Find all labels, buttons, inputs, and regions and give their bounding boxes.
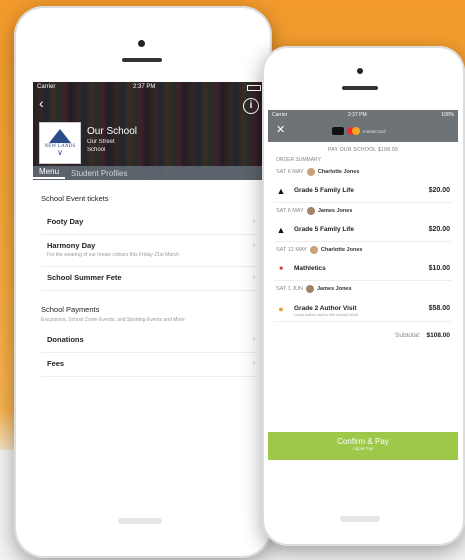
school-header: Carrier 2:37 PM ‹ i NEW LANDS ∨ Our Scho… <box>33 82 265 180</box>
time-label: 2:37 PM <box>348 112 367 118</box>
school-menu-screen: Carrier 2:37 PM ‹ i NEW LANDS ∨ Our Scho… <box>33 82 265 507</box>
item-title: Footy Day <box>47 217 84 226</box>
order-date-row: SAT 6 MAY Charlotte Jones <box>276 168 450 176</box>
section-title: School Payments <box>41 305 100 314</box>
item-title: Donations <box>47 335 84 344</box>
menu-item-footy-day[interactable]: Footy Day › <box>41 211 257 235</box>
close-icon[interactable]: ✕ <box>276 123 285 136</box>
order-date: SAT 1 JUN <box>276 286 303 292</box>
pay-title: PAY OUR SCHOOL $108.00 <box>327 147 399 153</box>
home-indicator[interactable] <box>118 518 162 524</box>
order-line[interactable]: ● Grade 2 Author Visit Local author visi… <box>274 296 452 322</box>
logo-triangle-icon <box>49 129 71 143</box>
order-line[interactable]: ▲ Grade 5 Family Life $20.00 <box>274 179 452 203</box>
mathletics-logo-icon: ■ <box>279 265 283 272</box>
battery-icon <box>247 85 261 91</box>
student-name: James Jones <box>317 208 353 214</box>
home-indicator[interactable] <box>340 516 380 522</box>
speaker-icon <box>122 58 162 62</box>
student-name: Charlotte Jones <box>317 169 360 175</box>
chevron-right-icon: › <box>252 242 255 249</box>
avatar <box>306 168 315 176</box>
avatar <box>306 207 315 215</box>
status-bar: Carrier 2:37 PM <box>37 84 261 94</box>
checkout-header: ✕ mastercard <box>268 120 458 142</box>
info-icon[interactable]: i <box>243 98 259 114</box>
order-date-row: SAT 6 MAY James Jones <box>276 207 450 215</box>
school-name: Our School <box>87 126 138 137</box>
camera-icon <box>357 68 363 74</box>
school-info: Our School Our Street School <box>87 126 137 153</box>
subtotal-label: Subtotal: <box>395 332 421 339</box>
checkout-screen: Carrier 2:37 PM 100% ✕ mastercard PAY OU… <box>268 110 458 502</box>
logo-chevron-icon: ∨ <box>57 148 63 157</box>
section-title: School Event tickets <box>41 194 109 203</box>
section-description: Excursions, School Zoom Events, and Spor… <box>41 317 185 323</box>
order-line[interactable]: ▲ Grade 5 Family Life $20.00 <box>274 218 452 242</box>
order-price: $10.00 <box>428 265 450 272</box>
author-visit-icon: ● <box>278 303 284 314</box>
avatar <box>306 285 314 293</box>
menu-item-fees[interactable]: Fees › <box>41 353 257 377</box>
order-item-name: Grade 2 Author Visit <box>294 305 357 312</box>
tab-menu[interactable]: Menu <box>33 167 66 179</box>
menu-item-summer-fete[interactable]: School Summer Fete › <box>41 267 257 291</box>
speaker-icon <box>342 86 378 90</box>
order-date: SAT 6 MAY <box>276 208 304 214</box>
avatar <box>309 246 318 254</box>
student-name: Charlotte Jones <box>320 247 363 253</box>
adidas-logo-icon: ▲ <box>276 185 286 196</box>
tab-bar: Menu Student Profiles <box>33 166 265 180</box>
order-price: $58.00 <box>428 305 450 312</box>
chevron-right-icon: › <box>252 360 255 367</box>
item-title: School Summer Fete <box>47 273 122 282</box>
payment-label: mastercard <box>363 128 386 134</box>
menu-item-harmony-day[interactable]: Harmony Day For the wearing of our house… <box>41 235 257 267</box>
school-logo: NEW LANDS ∨ <box>39 122 81 164</box>
order-line[interactable]: ■ Mathletics $10.00 <box>274 257 452 281</box>
chevron-right-icon: › <box>252 336 255 343</box>
confirm-pay-sublabel: Apple Pay <box>352 446 374 451</box>
payment-methods: mastercard <box>332 127 386 135</box>
order-item-name: Grade 5 Family Life <box>294 226 354 233</box>
subtotal: Subtotal: $108.00 <box>276 332 450 339</box>
order-summary-label: ORDER SUMMARY <box>276 157 321 163</box>
order-price: $20.00 <box>428 226 450 233</box>
menu-item-donations[interactable]: Donations › <box>41 329 257 353</box>
order-item-name: Grade 5 Family Life <box>294 187 354 194</box>
order-date-row: SAT 12 MAY Charlotte Jones <box>276 246 450 254</box>
order-price: $20.00 <box>428 187 450 194</box>
order-date: SAT 6 MAY <box>276 169 304 175</box>
back-chevron-icon[interactable]: ‹ <box>39 95 44 111</box>
order-item-name: Mathletics <box>294 265 326 272</box>
time-label: 2:37 PM <box>133 84 156 90</box>
adidas-logo-icon: ▲ <box>276 224 286 235</box>
order-item-subtitle: Local author visit to the school 2018 <box>294 312 358 317</box>
school-street: Our Street <box>87 139 115 145</box>
order-date-row: SAT 1 JUN James Jones <box>276 285 450 293</box>
apple-pay-icon <box>332 127 344 135</box>
battery-label: 100% <box>441 112 454 118</box>
confirm-pay-label: Confirm & Pay <box>337 437 389 446</box>
item-subtitle: For the wearing of our house colours thi… <box>47 252 180 258</box>
confirm-pay-button[interactable]: Confirm & Pay Apple Pay <box>268 432 458 460</box>
item-title: Harmony Day <box>47 241 96 250</box>
status-bar: Carrier 2:37 PM 100% <box>268 110 458 120</box>
carrier-label: Carrier <box>272 112 288 118</box>
carrier-label: Carrier <box>37 84 56 90</box>
menu-list: School Event tickets Footy Day › Harmony… <box>33 180 265 387</box>
subtotal-value: $108.00 <box>426 332 451 339</box>
camera-icon <box>138 40 145 47</box>
order-date: SAT 12 MAY <box>276 247 307 253</box>
tab-student-profiles[interactable]: Student Profiles <box>65 169 133 178</box>
student-name: James Jones <box>317 286 352 292</box>
school-type: School <box>87 147 106 153</box>
mastercard-icon <box>352 127 360 135</box>
chevron-right-icon: › <box>252 274 255 281</box>
chevron-right-icon: › <box>252 218 255 225</box>
item-title: Fees <box>47 359 65 368</box>
